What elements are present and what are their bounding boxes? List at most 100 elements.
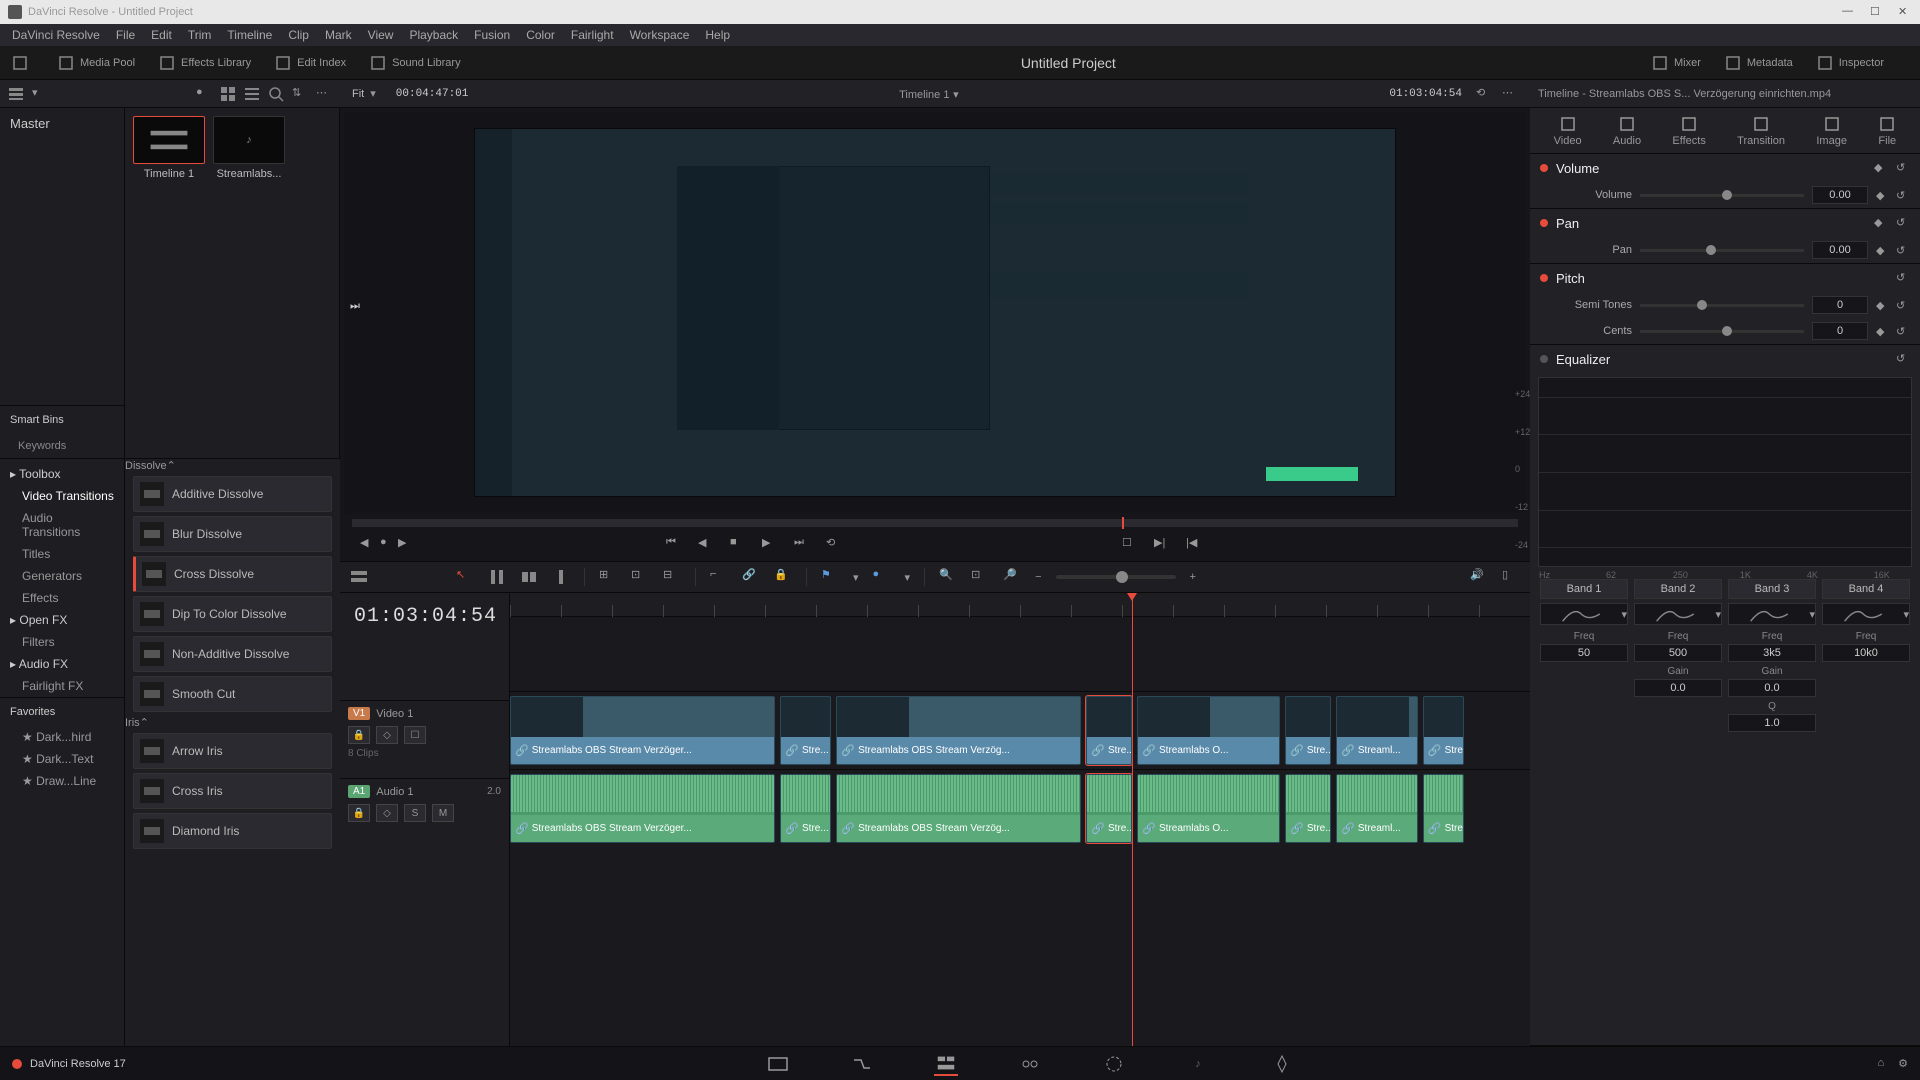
pan-value[interactable]: 0.00 xyxy=(1812,241,1868,259)
fx-item[interactable]: Non-Additive Dissolve xyxy=(133,636,332,672)
lock-track-icon[interactable]: 🔒 xyxy=(348,726,370,744)
band-freq[interactable]: 500 xyxy=(1634,644,1722,662)
flag-icon[interactable]: ⚑ xyxy=(821,568,839,586)
fx-item[interactable]: Dip To Color Dissolve xyxy=(133,596,332,632)
chevron-down-icon[interactable]: ▾ xyxy=(370,87,376,100)
solo-button[interactable]: S xyxy=(404,804,426,822)
eq-band[interactable]: Band 2 ▾Freq500Gain0.0 xyxy=(1634,579,1722,736)
fx-item[interactable]: Blur Dissolve xyxy=(133,516,332,552)
eq-band[interactable]: Band 4 ▾Freq10k0 xyxy=(1822,579,1910,736)
volume-value[interactable]: 0.00 xyxy=(1812,186,1868,204)
audio-clip[interactable]: 🔗Stre... xyxy=(780,774,831,843)
audio-clip[interactable]: 🔗Streamlabs O... xyxy=(1137,774,1280,843)
go-end-icon[interactable]: ⏭ xyxy=(794,536,812,554)
deliver-page-icon[interactable] xyxy=(1270,1052,1294,1076)
audio-clip[interactable]: 🔗Stre... xyxy=(1423,774,1464,843)
mute-button[interactable]: M xyxy=(432,804,454,822)
video-track-header[interactable]: V1Video 1 🔒 ◇ ☐ 8 Clips xyxy=(340,700,509,778)
fx-tree-node[interactable]: Generators xyxy=(0,565,124,587)
favorites-header[interactable]: Favorites xyxy=(0,697,124,726)
viewer-scrubber[interactable] xyxy=(352,519,1518,527)
favorite-item[interactable]: ★ Dark...Text xyxy=(0,748,124,770)
maximize-icon[interactable]: ☐ xyxy=(1870,5,1884,19)
loop-icon[interactable]: ⟲ xyxy=(1476,86,1492,102)
smart-bin-item[interactable]: Keywords xyxy=(0,434,124,458)
settings-gear-icon[interactable]: ⚙ xyxy=(1898,1057,1908,1070)
band-shape-dropdown[interactable]: ▾ xyxy=(1634,603,1722,625)
fx-tree-node[interactable]: Titles xyxy=(0,543,124,565)
trim-tool-icon[interactable] xyxy=(488,568,506,586)
fx-tree-node[interactable]: ▸ Toolbox xyxy=(0,463,124,485)
video-track[interactable]: 🔗Streamlabs OBS Stream Verzöger...🔗Stre.… xyxy=(510,691,1530,769)
reset-icon[interactable]: ↺ xyxy=(1896,161,1910,175)
inspector-tab-transition[interactable]: Transition xyxy=(1737,115,1785,147)
zoom-slider[interactable] xyxy=(1056,575,1176,579)
mixer-button[interactable]: Mixer xyxy=(1652,55,1701,71)
chevron-down-icon[interactable]: ▾ xyxy=(953,89,959,101)
loop-icon[interactable]: ⟲ xyxy=(826,536,844,554)
section-enable-dot[interactable] xyxy=(1540,274,1548,282)
inspector-tab-effects[interactable]: Effects xyxy=(1672,115,1705,147)
favorite-item[interactable]: ★ Dark...hird xyxy=(0,726,124,748)
list-view-icon[interactable] xyxy=(244,86,260,102)
match-frame-icon[interactable]: ☐ xyxy=(1122,536,1140,554)
effects-library-button[interactable]: Effects Library xyxy=(159,55,251,71)
fx-item[interactable]: Smooth Cut xyxy=(133,676,332,712)
minimize-icon[interactable]: — xyxy=(1842,5,1856,19)
menu-item[interactable]: Fusion xyxy=(466,28,518,42)
section-header[interactable]: Equalizer xyxy=(1556,352,1888,367)
band-q[interactable]: 1.0 xyxy=(1728,714,1816,732)
reset-icon[interactable]: ↺ xyxy=(1896,189,1908,201)
band-gain[interactable]: 0.0 xyxy=(1728,679,1816,697)
chevron-down-icon[interactable]: ▾ xyxy=(853,571,859,584)
audio-clip[interactable]: 🔗Streamlabs OBS Stream Verzöger... xyxy=(510,774,775,843)
audio-clip[interactable]: 🔗Streaml... xyxy=(1336,774,1418,843)
smart-bins-header[interactable]: Smart Bins xyxy=(0,406,124,434)
fx-group-header[interactable]: Iris⌃ xyxy=(125,716,340,729)
menu-item[interactable]: Fairlight xyxy=(563,28,622,42)
audio-track-header[interactable]: A1Audio 12.0 🔒 ◇ S M xyxy=(340,778,509,856)
menu-item[interactable]: Mark xyxy=(317,28,360,42)
fx-tree-node[interactable]: ▸ Open FX xyxy=(0,609,124,631)
chevron-down-icon[interactable]: ▾ xyxy=(905,571,911,584)
video-clip[interactable]: 🔗Stre... xyxy=(1285,696,1331,765)
panel-left-button[interactable] xyxy=(12,55,34,71)
search-icon[interactable] xyxy=(268,86,284,102)
volume-icon[interactable]: 🔊 xyxy=(1470,568,1488,586)
fx-tree-node[interactable]: Fairlight FX xyxy=(0,675,124,697)
eq-band[interactable]: Band 3 ▾Freq3k5Gain0.0Q1.0 xyxy=(1728,579,1816,736)
eq-band[interactable]: Band 1 ▾Freq50 xyxy=(1540,579,1628,736)
inspector-tab-audio[interactable]: Audio xyxy=(1613,115,1641,147)
close-icon[interactable]: ✕ xyxy=(1898,5,1912,19)
band-gain[interactable]: 0.0 xyxy=(1634,679,1722,697)
band-shape-dropdown[interactable]: ▾ xyxy=(1728,603,1816,625)
color-page-icon[interactable] xyxy=(1102,1052,1126,1076)
cut-page-icon[interactable] xyxy=(850,1052,874,1076)
thumbnail-grid-icon[interactable] xyxy=(220,86,236,102)
video-clip[interactable]: 🔗Streamlabs OBS Stream Verzöger... xyxy=(510,696,775,765)
play-icon[interactable]: ▶ xyxy=(762,536,780,554)
fx-item[interactable]: Arrow Iris xyxy=(133,733,332,769)
video-clip[interactable]: 🔗Stre... xyxy=(780,696,831,765)
media-pool-button[interactable]: Media Pool xyxy=(58,55,135,71)
marker-icon[interactable]: ● xyxy=(873,568,891,586)
media-thumbnail[interactable]: Timeline 1 xyxy=(133,116,205,180)
keyframe-icon[interactable]: ◆ xyxy=(1876,325,1888,337)
auto-select-icon[interactable]: ◇ xyxy=(376,804,398,822)
record-dot-icon[interactable]: ● xyxy=(196,86,212,102)
track-tag[interactable]: V1 xyxy=(348,707,370,720)
track-tag[interactable]: A1 xyxy=(348,785,370,798)
metadata-button[interactable]: Metadata xyxy=(1725,55,1793,71)
media-thumbnail[interactable]: ♪Streamlabs... xyxy=(213,116,285,180)
menu-item[interactable]: Color xyxy=(518,28,563,42)
edit-page-icon[interactable] xyxy=(934,1052,958,1076)
pitch-value[interactable]: 0 xyxy=(1812,322,1868,340)
timeline-name[interactable]: Timeline 1 xyxy=(899,89,949,101)
go-start-icon[interactable]: ⏮ xyxy=(666,536,684,554)
menu-item[interactable]: Workspace xyxy=(622,28,698,42)
audio-clip[interactable]: 🔗Stre... xyxy=(1285,774,1331,843)
menu-item[interactable]: Edit xyxy=(143,28,180,42)
timeline-view-icon[interactable] xyxy=(350,568,368,586)
band-freq[interactable]: 50 xyxy=(1540,644,1628,662)
timeline-ruler[interactable] xyxy=(510,593,1530,617)
